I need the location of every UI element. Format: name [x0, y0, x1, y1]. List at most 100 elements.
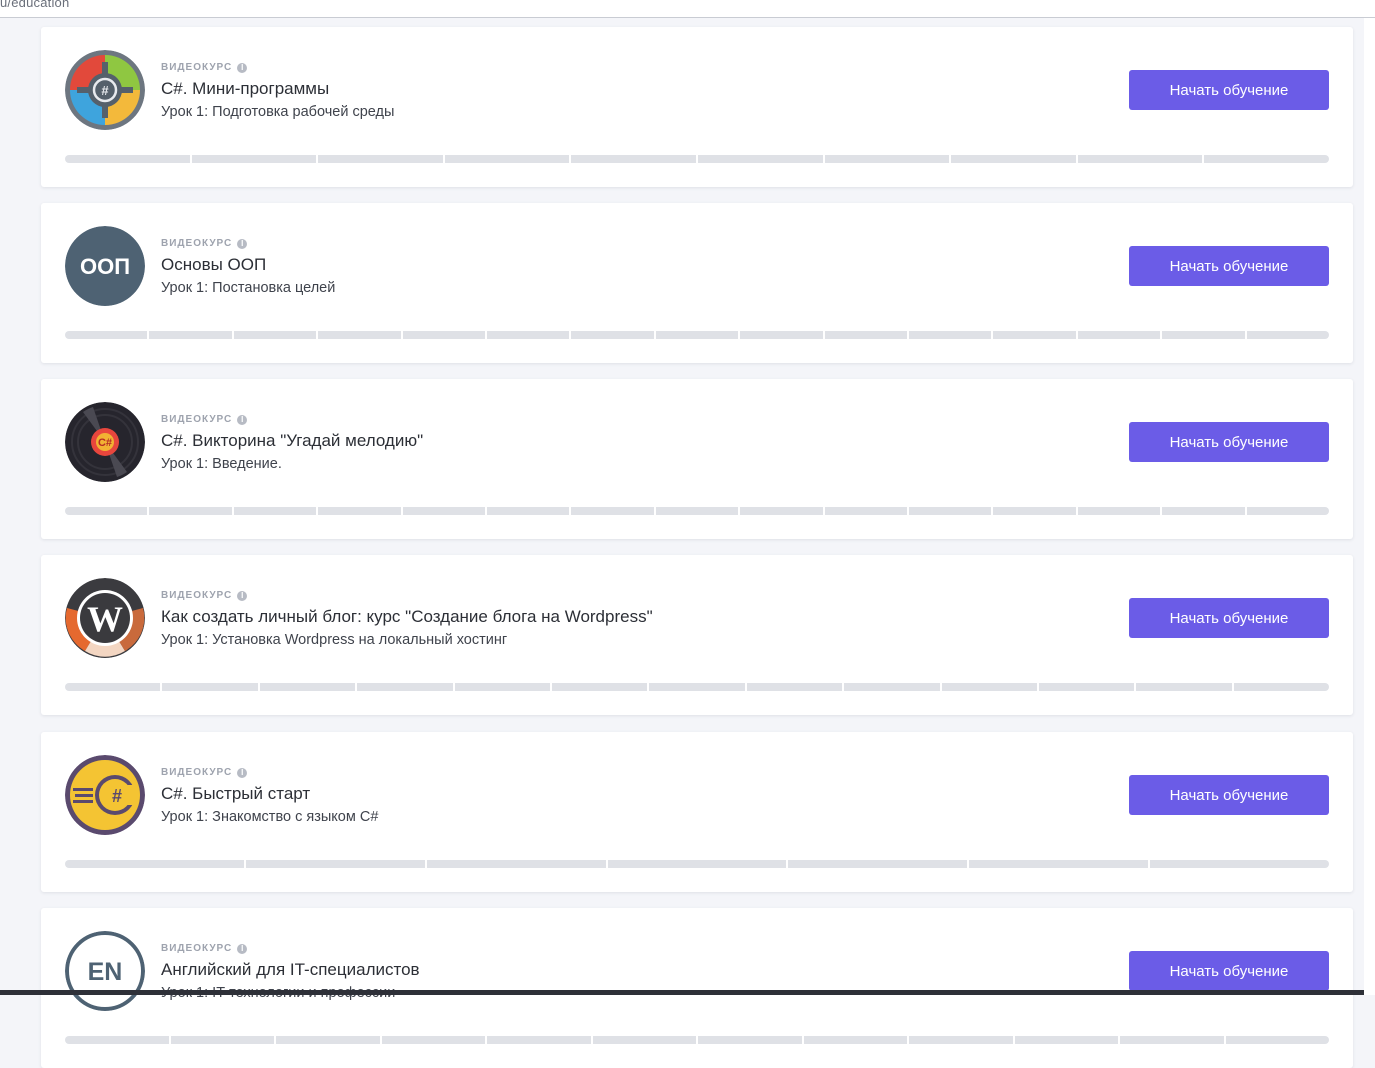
oop-icon-text: ООП	[80, 254, 130, 279]
svg-text:W: W	[87, 599, 123, 639]
course-title: Английский для IT-специалистов	[161, 960, 420, 979]
progress-segment	[740, 507, 823, 515]
progress-segment	[740, 331, 823, 339]
course-card: EN видеокурс i Английский для IT-специали…	[41, 908, 1353, 1068]
progress-segment	[649, 683, 745, 691]
progress-segment	[698, 1036, 802, 1044]
progress-segment	[571, 331, 654, 339]
progress-segment	[381, 1036, 485, 1044]
svg-text:#: #	[112, 786, 122, 806]
progress-segment	[233, 507, 317, 515]
oop-icon: ООП	[65, 226, 145, 306]
lesson-subtitle: Урок 1: Постановка целей	[161, 280, 336, 296]
progress-segment	[65, 1036, 169, 1044]
progress-segment	[357, 683, 453, 691]
info-icon[interactable]: i	[237, 591, 248, 601]
progress-segment	[318, 331, 401, 339]
progress-segment	[487, 507, 570, 515]
progress-segment	[824, 155, 950, 163]
progress-segment	[1150, 860, 1330, 868]
english-en-icon: EN	[65, 931, 145, 1011]
progress-segment	[1120, 1036, 1224, 1044]
lesson-subtitle: Урок 1: Установка Wordpress на локальный…	[161, 632, 508, 648]
start-learning-button[interactable]: Начать обучение	[1129, 775, 1329, 815]
svg-text:C#: C#	[98, 437, 112, 449]
progress-segment	[191, 155, 317, 163]
progress-segment	[149, 507, 232, 515]
csharp-mini-programs-icon: #	[65, 50, 145, 130]
progress-segment	[318, 507, 401, 515]
info-icon[interactable]: i	[237, 415, 248, 425]
start-learning-button[interactable]: Начать обучение	[1129, 70, 1329, 110]
info-icon[interactable]: i	[237, 944, 248, 954]
progress-segment	[1233, 683, 1330, 691]
scrollbar[interactable]	[1364, 18, 1375, 995]
progress-segment	[969, 860, 1149, 868]
lesson-subtitle: Урок 1: Знакомство с языком C#	[161, 809, 379, 825]
start-learning-button[interactable]: Начать обучение	[1129, 246, 1329, 286]
course-card: ООП видеокурс i Основы ООП Урок 1: Постан…	[41, 203, 1353, 363]
progress-segment	[65, 507, 148, 515]
lesson-subtitle: Урок 1: Введение.	[161, 456, 282, 472]
start-learning-button[interactable]: Начать обучение	[1129, 598, 1329, 638]
progress-segment	[607, 860, 787, 868]
course-progress-bar	[65, 507, 1330, 515]
address-bar[interactable]: u/education	[0, 0, 1375, 18]
progress-segment	[1077, 155, 1203, 163]
progress-segment	[571, 155, 696, 163]
csharp-fast-start-icon: #	[65, 755, 145, 835]
course-type-label: видеокурс i	[161, 590, 248, 601]
progress-segment	[1136, 683, 1232, 691]
progress-segment	[824, 331, 908, 339]
progress-segment	[803, 1036, 907, 1044]
course-card: # видеокурс i C#. Мини-программы Урок 1: …	[41, 27, 1353, 187]
start-learning-button[interactable]: Начать обучение	[1129, 951, 1329, 991]
progress-segment	[276, 1036, 380, 1044]
course-progress-bar	[65, 1036, 1329, 1044]
progress-segment	[1162, 507, 1245, 515]
progress-segment	[746, 683, 843, 691]
progress-segment	[259, 683, 356, 691]
course-title: Как создать личный блог: курс "Создание …	[161, 607, 653, 626]
progress-segment	[402, 331, 486, 339]
progress-segment	[824, 507, 908, 515]
progress-segment	[592, 1036, 696, 1044]
progress-segment	[454, 683, 550, 691]
progress-segment	[426, 860, 606, 868]
en-icon-text: EN	[88, 958, 123, 986]
info-icon[interactable]: i	[237, 768, 248, 778]
course-progress-bar	[65, 331, 1330, 339]
progress-segment	[1162, 331, 1245, 339]
progress-segment	[844, 683, 940, 691]
course-type-label: видеокурс i	[161, 62, 248, 73]
progress-segment	[1014, 1036, 1118, 1044]
progress-segment	[788, 860, 968, 868]
progress-segment	[993, 331, 1076, 339]
svg-text:#: #	[101, 83, 109, 98]
course-card: C# видеокурс i C#. Викторина "Угадай мело…	[41, 379, 1353, 539]
course-progress-bar	[65, 683, 1330, 691]
progress-segment	[245, 860, 425, 868]
course-card: W видеокурс i Как создать личный блог: ку…	[41, 555, 1353, 715]
progress-segment	[1246, 507, 1330, 515]
progress-segment	[444, 155, 570, 163]
progress-segment	[1246, 331, 1330, 339]
info-icon[interactable]: i	[237, 239, 248, 249]
progress-segment	[655, 507, 739, 515]
bottom-edge	[0, 990, 1364, 995]
progress-segment	[233, 331, 317, 339]
start-learning-button[interactable]: Начать обучение	[1129, 422, 1329, 462]
progress-segment	[162, 683, 258, 691]
progress-segment	[487, 331, 570, 339]
lesson-subtitle: Урок 1: Подготовка рабочей среды	[161, 104, 395, 120]
progress-segment	[941, 683, 1037, 691]
vinyl-record-icon: C#	[65, 402, 145, 482]
progress-segment	[65, 331, 148, 339]
course-type-label: видеокурс i	[161, 414, 248, 425]
progress-segment	[1077, 331, 1161, 339]
address-url: u/education	[0, 0, 70, 10]
info-icon[interactable]: i	[237, 63, 248, 73]
course-type-label: видеокурс i	[161, 238, 248, 249]
wordpress-icon: W	[65, 578, 145, 658]
progress-segment	[655, 331, 739, 339]
